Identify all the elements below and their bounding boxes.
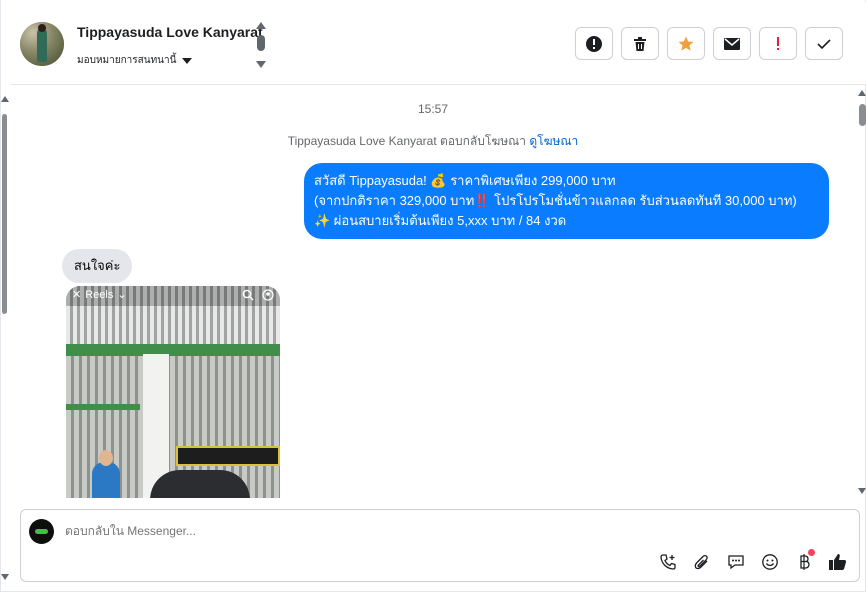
incoming-message-bubble[interactable]: สนใจค่ะ — [62, 249, 133, 283]
scroll-thumb[interactable] — [257, 35, 265, 51]
mark-done-button[interactable] — [805, 27, 843, 60]
reel-attachment[interactable]: ✕ Reels ⌄ — [66, 286, 280, 498]
thread-scrollbar[interactable] — [857, 86, 866, 498]
chat-bubble-icon — [728, 555, 744, 570]
call-button[interactable] — [657, 551, 679, 573]
check-icon — [817, 38, 831, 49]
mark-important-button[interactable] — [759, 27, 797, 60]
mail-icon — [724, 37, 740, 50]
report-spam-icon — [586, 35, 602, 52]
service-center-sign-image — [176, 446, 280, 466]
phone-plus-icon — [660, 554, 676, 570]
conversation-actions — [575, 27, 843, 60]
message-thread: 15:57 Tippayasuda Love Kanyarat ตอบกลับโ… — [10, 86, 856, 498]
assign-conversation-dropdown[interactable]: มอบหมายการสนทนานี้ — [77, 53, 193, 68]
scroll-down-icon[interactable] — [256, 61, 266, 68]
attach-button[interactable] — [691, 551, 713, 573]
message-line: ✨ ผ่อนสบายเริ่มต้นเพียง 5,xxx บาท / 84 ง… — [314, 213, 567, 228]
search-icon[interactable] — [242, 289, 254, 301]
scroll-up-icon[interactable] — [256, 22, 266, 29]
ad-reply-text: Tippayasuda Love Kanyarat ตอบกลับโฆษณา — [287, 134, 527, 148]
saved-replies-button[interactable] — [725, 551, 747, 573]
scroll-thumb[interactable] — [2, 114, 7, 314]
ad-reply-note: Tippayasuda Love Kanyarat ตอบกลับโฆษณา ด… — [10, 132, 856, 151]
header-scrollbar[interactable] — [256, 22, 266, 68]
smiley-icon — [762, 554, 778, 570]
message-line: (จากปกติราคา 329,000 บาท‼️ โปรโปรโมชั่นข… — [314, 193, 797, 208]
avatar[interactable] — [20, 22, 64, 66]
left-scrollbar[interactable] — [1, 86, 9, 586]
close-icon[interactable]: ✕ — [72, 288, 81, 301]
chevron-down-icon — [182, 57, 193, 64]
star-icon — [678, 36, 694, 51]
chevron-down-icon: ⌄ — [117, 289, 127, 301]
contact-name[interactable]: Tippayasuda Love Kanyarat — [77, 24, 263, 40]
scroll-up-icon[interactable] — [858, 90, 866, 96]
trash-icon — [634, 36, 646, 51]
baht-icon — [800, 554, 810, 570]
view-ad-link[interactable]: ดูโฆษณา — [529, 134, 578, 148]
like-button[interactable] — [827, 551, 849, 573]
scroll-down-icon[interactable] — [1, 574, 9, 580]
notification-dot — [808, 549, 815, 556]
message-line: สวัสดี Tippayasuda! 💰 ราคาพิเศษเพียง 299… — [314, 173, 616, 188]
page-avatar — [29, 519, 54, 544]
message-timestamp: 15:57 — [417, 102, 449, 116]
scroll-up-icon[interactable] — [1, 96, 9, 102]
outgoing-message-bubble[interactable]: สวัสดี Tippayasuda! 💰 ราคาพิเศษเพียง 299… — [304, 163, 829, 239]
composer-tools — [657, 549, 849, 573]
thumbs-up-icon — [829, 554, 847, 570]
profile-icon[interactable] — [262, 289, 274, 301]
payment-button[interactable] — [793, 549, 815, 573]
paperclip-icon — [694, 554, 708, 570]
mark-important-icon — [777, 36, 779, 50]
conversation-header: Tippayasuda Love Kanyarat มอบหมายการสนทน… — [10, 2, 866, 85]
reply-input[interactable] — [65, 524, 665, 538]
reel-top-icons — [242, 289, 274, 301]
report-spam-button[interactable] — [575, 27, 613, 60]
assign-label: มอบหมายการสนทนานี้ — [77, 55, 177, 66]
inbox-conversation-panel: Tippayasuda Love Kanyarat มอบหมายการสนทน… — [0, 0, 866, 592]
star-button[interactable] — [667, 27, 705, 60]
car-image — [150, 470, 250, 498]
delete-button[interactable] — [621, 27, 659, 60]
reply-composer — [20, 509, 860, 582]
mark-unread-button[interactable] — [713, 27, 751, 60]
emoji-button[interactable] — [759, 551, 781, 573]
reel-label: Reels — [85, 288, 114, 301]
scroll-thumb[interactable] — [859, 104, 866, 126]
scroll-down-icon[interactable] — [858, 488, 866, 494]
